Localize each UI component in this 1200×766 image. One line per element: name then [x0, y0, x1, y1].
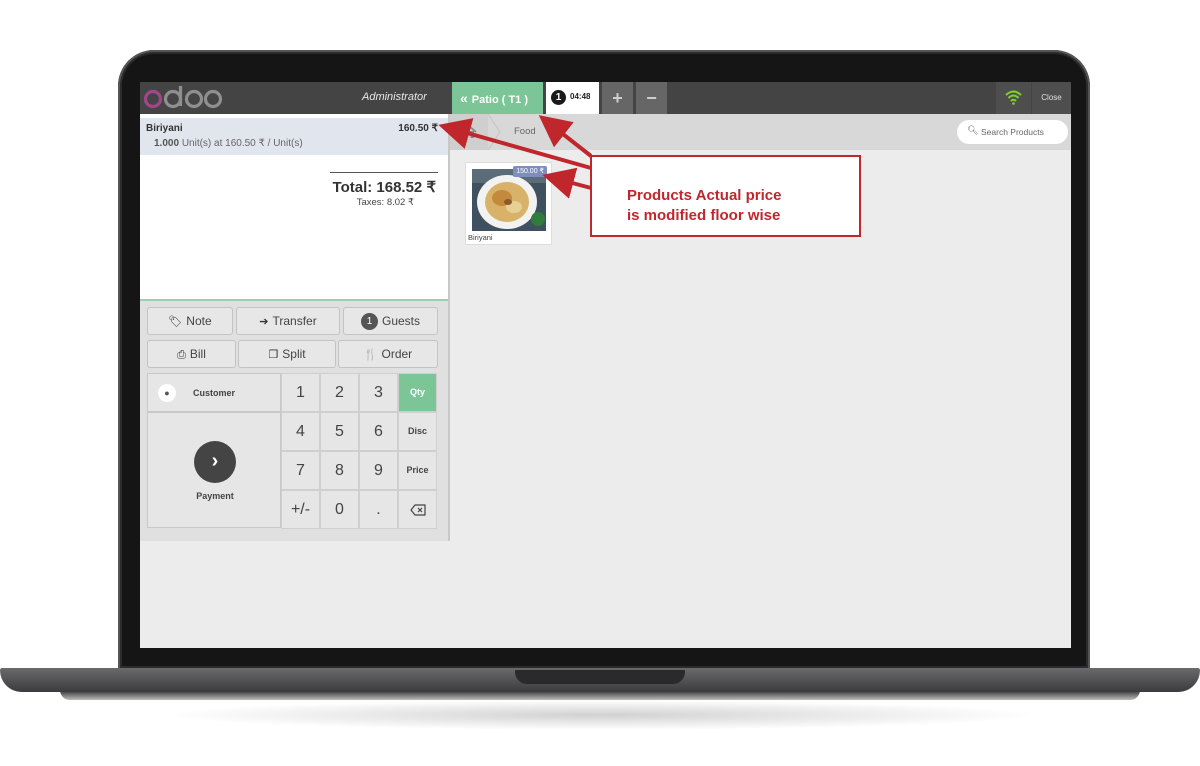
order-taxes: Taxes: 8.02 ₹ — [356, 197, 414, 208]
user-name: Administrator — [362, 91, 427, 103]
tag-icon: 🏷 — [168, 316, 183, 328]
breadcrumb: Food 🔍︎ — [450, 114, 1071, 150]
numpad-key-plus-minus[interactable]: +/- — [281, 490, 320, 529]
printer-icon: ⎙ — [177, 349, 186, 361]
numpad: ● Customer › Payment 1 2 3 Qty 4 5 6 Dis… — [147, 373, 438, 529]
numpad-key-3[interactable]: 3 — [359, 373, 398, 412]
odoo-logo-mark — [143, 86, 223, 109]
numpad-key-7[interactable]: 7 — [281, 451, 320, 490]
product-image — [472, 169, 546, 231]
customer-button[interactable]: ● Customer — [147, 373, 281, 412]
order-time: 04:48 — [570, 92, 591, 101]
close-button[interactable]: Close — [1032, 82, 1071, 114]
product-search: 🔍︎ — [957, 120, 1068, 144]
numpad-key-8[interactable]: 8 — [320, 451, 359, 490]
annotation-line-2: is modified floor wise — [627, 207, 781, 224]
payment-label: Payment — [196, 491, 234, 501]
transfer-label: Transfer — [272, 314, 317, 328]
order-line-price: 160.50 ₹ — [398, 123, 438, 134]
laptop-notch — [515, 670, 685, 684]
order-line-product: Biriyani — [146, 123, 183, 134]
order-line[interactable]: Biriyani 160.50 ₹ 1.000 Unit(s) at 160.5… — [140, 118, 448, 155]
control-panel: 🏷 Note ➔ Transfer 1 Guests ⎙ Bill ❐ Split 🍴 Or… — [140, 299, 448, 541]
arrow-right-icon: ➔ — [259, 316, 269, 328]
product-price-tag: 150.00 ₹ — [513, 166, 547, 177]
order-total: Total: 168.52 ₹ — [332, 179, 436, 196]
order-line-qty: 1.000 — [154, 138, 180, 149]
bill-button[interactable]: ⎙ Bill — [147, 340, 236, 368]
order-line-info: 1.000 Unit(s) at 160.50 ₹ / Unit(s) — [154, 138, 303, 149]
numpad-key-5[interactable]: 5 — [320, 412, 359, 451]
mode-qty-button[interactable]: Qty — [398, 373, 437, 412]
customer-label: Customer — [193, 388, 236, 398]
annotation-line-1: Products Actual price — [627, 187, 782, 204]
guests-count: 1 — [360, 313, 378, 330]
transfer-button[interactable]: ➔ Transfer — [236, 307, 340, 335]
home-icon — [461, 124, 477, 138]
order-number-badge: 1 — [551, 90, 566, 105]
user-icon: ● — [158, 384, 176, 402]
annotation-callout: Products Actual price is modified floor … — [590, 155, 861, 237]
guests-button[interactable]: 1 Guests — [343, 307, 438, 335]
order-label: Order — [381, 347, 413, 361]
laptop-mockup: Administrator «Patio ( T1 ) 1 04:48 + − … — [0, 0, 1200, 766]
screen-empty-area — [140, 541, 1071, 648]
backspace-button[interactable] — [398, 490, 437, 529]
order-tab[interactable]: 1 04:48 — [546, 82, 599, 114]
breadcrumb-food[interactable]: Food — [514, 126, 536, 137]
floor-button[interactable]: «Patio ( T1 ) — [452, 82, 543, 114]
wifi-icon — [1005, 90, 1022, 105]
copy-icon: ❐ — [268, 349, 279, 361]
home-breadcrumb[interactable] — [450, 114, 488, 150]
total-divider — [330, 172, 438, 173]
double-chevron-left-icon: « — [460, 90, 468, 106]
mode-disc-button[interactable]: Disc — [398, 412, 437, 451]
search-input[interactable] — [981, 125, 1063, 139]
order-button[interactable]: 🍴 Order — [338, 340, 438, 368]
split-button[interactable]: ❐ Split — [238, 340, 336, 368]
numpad-key-dot[interactable]: . — [359, 490, 398, 529]
product-name: Biriyani — [468, 233, 493, 242]
laptop-shadow — [160, 700, 1040, 730]
pos-topbar: Administrator «Patio ( T1 ) 1 04:48 + − … — [140, 82, 1071, 114]
mode-price-button[interactable]: Price — [398, 451, 437, 490]
guests-label: Guests — [381, 314, 420, 328]
order-line-unit-info: Unit(s) at 160.50 ₹ / Unit(s) — [181, 138, 303, 149]
backspace-icon — [409, 504, 426, 516]
numpad-key-1[interactable]: 1 — [281, 373, 320, 412]
remove-order-button[interactable]: − — [636, 82, 667, 114]
payment-button[interactable]: › Payment — [147, 412, 281, 528]
order-pane: Biriyani 160.50 ₹ 1.000 Unit(s) at 160.5… — [140, 114, 450, 541]
search-icon: 🔍︎ — [967, 125, 979, 135]
numpad-key-0[interactable]: 0 — [320, 490, 359, 529]
breadcrumb-separator — [488, 114, 501, 150]
numpad-key-9[interactable]: 9 — [359, 451, 398, 490]
note-label: Note — [186, 314, 212, 328]
numpad-key-4[interactable]: 4 — [281, 412, 320, 451]
bill-label: Bill — [189, 347, 206, 361]
floor-button-label: Patio ( T1 ) — [471, 94, 529, 106]
product-card[interactable]: 150.00 ₹ Biriyani — [465, 162, 552, 245]
add-order-button[interactable]: + — [602, 82, 633, 114]
split-label: Split — [282, 347, 306, 361]
numpad-key-2[interactable]: 2 — [320, 373, 359, 412]
chevron-right-icon: › — [194, 441, 236, 483]
wifi-status[interactable] — [996, 82, 1031, 114]
odoo-logo — [140, 82, 230, 114]
cutlery-icon: 🍴 — [363, 349, 378, 361]
numpad-key-6[interactable]: 6 — [359, 412, 398, 451]
note-button[interactable]: 🏷 Note — [147, 307, 233, 335]
